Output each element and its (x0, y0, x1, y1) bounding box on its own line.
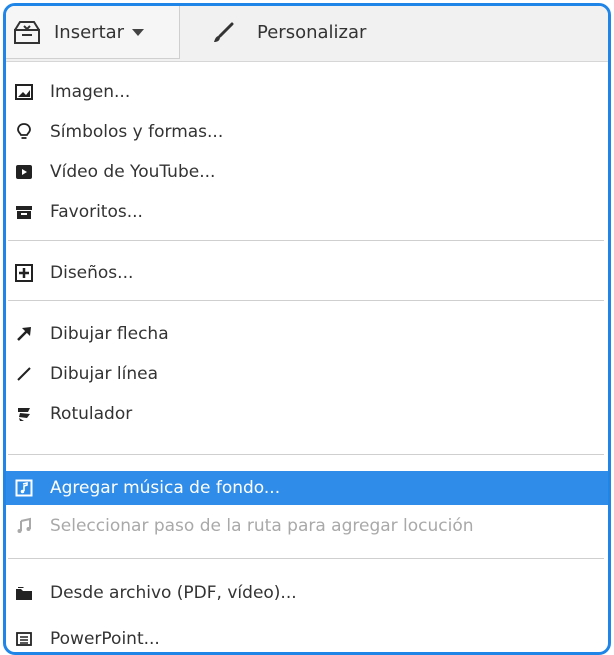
menu-divider (8, 240, 604, 241)
brush-icon (211, 21, 235, 45)
menu-item-draw-arrow[interactable]: Dibujar flecha (6, 317, 608, 351)
menu-item-label: Rotulador (50, 404, 133, 424)
menu-item-label: Diseños... (50, 263, 134, 283)
toolbar: Insertar Personalizar (6, 6, 608, 62)
menu-divider (8, 300, 604, 301)
menu-item-label: Dibujar línea (50, 364, 159, 384)
menu-item-label: Imagen... (50, 82, 131, 102)
menu-item-symbols-shapes[interactable]: Símbolos y formas... (6, 115, 608, 149)
folder-icon (14, 583, 34, 603)
menu-item-label: Dibujar flecha (50, 324, 169, 344)
music-file-icon (14, 478, 34, 498)
image-icon (14, 82, 34, 102)
menu-item-label: Vídeo de YouTube... (50, 162, 216, 182)
personalize-label: Personalizar (257, 22, 367, 43)
insert-box-icon (12, 18, 42, 46)
personalize-button[interactable]: Personalizar (211, 6, 366, 59)
menu-item-label: Símbolos y formas... (50, 122, 224, 142)
marker-icon (14, 404, 34, 424)
menu-item-add-background-music[interactable]: Agregar música de fondo... (6, 471, 608, 505)
menu-item-add-voiceover[interactable]: Seleccionar paso de la ruta para agregar… (6, 509, 608, 543)
menu-item-image[interactable]: Imagen... (6, 75, 608, 109)
menu-item-label: Agregar música de fondo... (50, 478, 281, 498)
menu-item-label: PowerPoint... (50, 629, 160, 649)
menu-divider (8, 454, 604, 455)
insert-label: Insertar (54, 21, 125, 43)
menu-item-draw-line[interactable]: Dibujar línea (6, 357, 608, 391)
chevron-down-icon (132, 28, 145, 36)
arrow-icon (14, 324, 34, 344)
lightbulb-icon (14, 122, 34, 142)
menu-item-layouts[interactable]: Diseños... (6, 256, 608, 290)
menu-item-powerpoint[interactable]: PowerPoint... (6, 622, 608, 652)
menu-item-label: Favoritos... (50, 202, 143, 222)
line-icon (14, 364, 34, 384)
youtube-play-icon (14, 162, 34, 182)
menu-item-label: Desde archivo (PDF, vídeo)... (50, 583, 297, 603)
menu-item-marker[interactable]: Rotulador (6, 397, 608, 431)
menu-item-favorites[interactable]: Favoritos... (6, 195, 608, 229)
insert-menu-window: Insertar Personalizar Imagen... Símbolos… (3, 3, 611, 655)
presentation-icon (14, 629, 34, 649)
menu-divider (8, 558, 604, 559)
archive-box-icon (14, 202, 34, 222)
menu-item-from-file[interactable]: Desde archivo (PDF, vídeo)... (6, 576, 608, 610)
insert-dropdown-button[interactable]: Insertar (6, 6, 180, 59)
music-note-icon (14, 516, 34, 536)
plus-square-icon (14, 263, 34, 283)
menu-item-youtube-video[interactable]: Vídeo de YouTube... (6, 155, 608, 189)
menu-item-label: Seleccionar paso de la ruta para agregar… (50, 516, 474, 536)
